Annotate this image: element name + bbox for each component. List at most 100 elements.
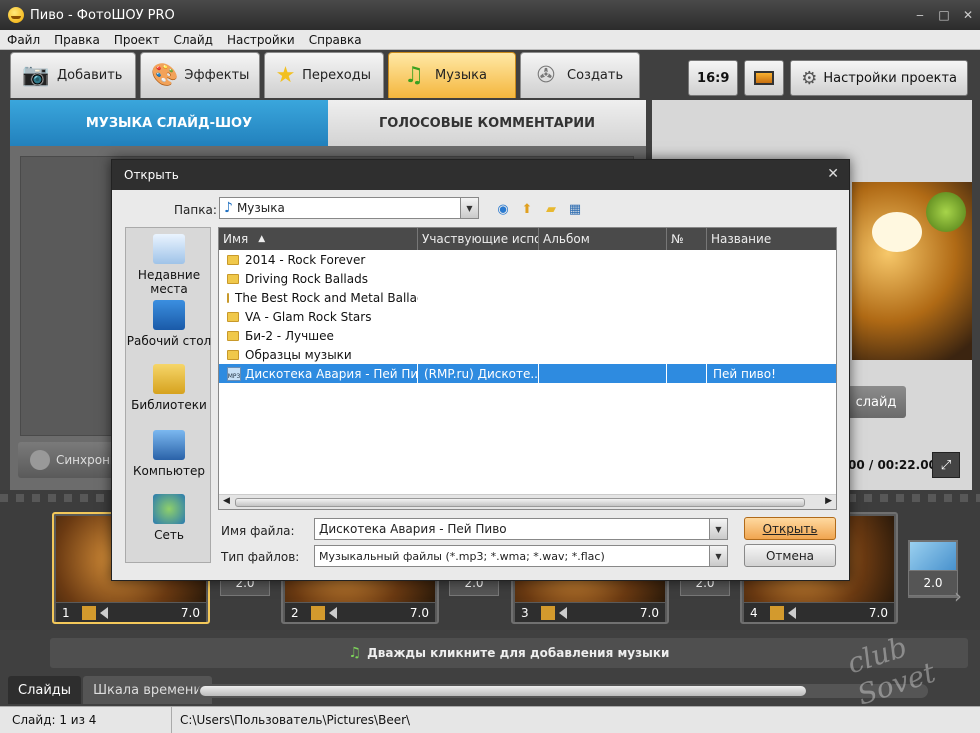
tab-transitions[interactable]: ★ Переходы: [264, 52, 384, 98]
folder-icon: [227, 273, 239, 284]
tab-create[interactable]: ✇ Создать: [520, 52, 640, 98]
tab-timeline[interactable]: Шкала времени: [83, 676, 212, 704]
palette-icon: 🎨: [151, 63, 179, 88]
chevron-down-icon[interactable]: ▼: [709, 519, 727, 539]
tab-effects[interactable]: 🎨 Эффекты: [140, 52, 260, 98]
dialog-title: Открыть: [124, 168, 179, 182]
project-settings-label: Настройки проекта: [823, 70, 957, 86]
pencil-icon[interactable]: [770, 605, 784, 620]
aspect-ratio-button[interactable]: 16:9: [688, 60, 739, 96]
pencil-icon[interactable]: [82, 605, 96, 620]
place-network[interactable]: Сеть: [126, 494, 212, 542]
file-number: [667, 364, 707, 383]
sync-label: Синхрони: [56, 453, 118, 467]
slide-duration: 7.0: [409, 605, 429, 620]
tab-create-label: Создать: [567, 68, 624, 83]
scroll-left-icon[interactable]: ◀: [223, 496, 230, 506]
chevron-down-icon[interactable]: ▼: [460, 198, 478, 218]
open-button[interactable]: Открыть: [744, 517, 836, 540]
list-item[interactable]: Би-2 - Лучшее: [219, 326, 836, 345]
scrollbar-thumb[interactable]: [200, 686, 806, 696]
list-item[interactable]: 2014 - Rock Forever: [219, 250, 836, 269]
speaker-icon[interactable]: [100, 606, 108, 619]
hops-shape: [926, 192, 966, 232]
tab-voice-comments[interactable]: ГОЛОСОВЫЕ КОММЕНТАРИИ: [328, 100, 646, 146]
music-drop-strip[interactable]: ♫ Дважды кликните для добавления музыки: [50, 638, 968, 668]
view-menu-icon[interactable]: ▦: [566, 200, 584, 218]
place-network-label: Сеть: [154, 528, 184, 542]
up-folder-icon[interactable]: ⬆: [518, 200, 536, 218]
list-item[interactable]: Образцы музыки: [219, 345, 836, 364]
selected-file-row[interactable]: MP3 Дискотека Авария - Пей Пиво (RMP.ru) …: [219, 364, 836, 383]
folder-name: The Best Rock and Metal Ballads: [235, 290, 418, 305]
menu-edit[interactable]: Правка: [47, 33, 107, 47]
scrollbar-thumb[interactable]: [235, 498, 805, 507]
chevron-down-icon[interactable]: ▼: [709, 546, 727, 566]
tab-music[interactable]: ♫ Музыка: [388, 52, 516, 98]
project-buttons: 16:9 ⚙ Настройки проекта: [688, 60, 968, 96]
folder-value: Музыка: [236, 201, 285, 215]
list-item[interactable]: VA - Glam Rock Stars: [219, 307, 836, 326]
slide-button[interactable]: слайд: [846, 386, 906, 418]
menu-file[interactable]: Файл: [0, 33, 47, 47]
network-icon: [153, 494, 185, 524]
pencil-icon[interactable]: [311, 605, 325, 620]
list-item[interactable]: Driving Rock Ballads: [219, 269, 836, 288]
file-list-scrollbar[interactable]: ◀ ▶: [219, 494, 836, 509]
menu-settings[interactable]: Настройки: [220, 33, 302, 47]
menu-project[interactable]: Проект: [107, 33, 167, 47]
place-recent[interactable]: Недавние места: [126, 234, 212, 296]
slide-duration: 7.0: [639, 605, 659, 620]
column-number[interactable]: №: [667, 228, 707, 250]
place-desktop[interactable]: Рабочий стол: [126, 300, 212, 348]
slide-number: 2: [291, 605, 299, 620]
cancel-button[interactable]: Отмена: [744, 544, 836, 567]
column-name[interactable]: Имя ▲: [219, 228, 418, 250]
column-album[interactable]: Альбом: [539, 228, 667, 250]
slide-footer: 3 7.0: [515, 603, 665, 622]
place-libraries[interactable]: Библиотеки: [126, 364, 212, 412]
menu-slide[interactable]: Слайд: [166, 33, 220, 47]
place-computer[interactable]: Компьютер: [126, 430, 212, 478]
filename-input[interactable]: Дискотека Авария - Пей Пиво ▼: [314, 518, 728, 540]
filetype-select[interactable]: Музыкальный файлы (*.mp3; *.wma; *.wav; …: [314, 545, 728, 567]
file-title: Пей пиво!: [713, 366, 776, 381]
fullscreen-button[interactable]: ⤢: [932, 452, 960, 478]
speaker-icon[interactable]: [559, 606, 567, 619]
column-name-label: Имя: [223, 232, 249, 246]
dialog-close-icon[interactable]: ✕: [827, 166, 839, 182]
background-button[interactable]: [744, 60, 785, 96]
folder-name: VA - Glam Rock Stars: [245, 309, 372, 324]
places-bar: Недавние места Рабочий стол Библиотеки К…: [125, 227, 211, 563]
minimize-button[interactable]: ‒: [908, 3, 932, 27]
slide-number: 1: [62, 605, 70, 620]
file-artist: (RMP.ru) Дискоте...: [418, 364, 539, 383]
computer-icon: [153, 430, 185, 460]
file-name: Дискотека Авария - Пей Пиво: [245, 366, 418, 381]
folder-select[interactable]: ♪ Музыка ▼: [219, 197, 479, 219]
column-artists[interactable]: Участвующие испол...: [418, 228, 539, 250]
back-icon[interactable]: ◉: [494, 200, 512, 218]
folder-icon: [227, 254, 239, 265]
new-folder-icon[interactable]: ▰: [542, 200, 560, 218]
time-readout: 00 / 00:22.000: [848, 458, 946, 472]
music-note-icon: ♫: [348, 645, 362, 661]
menu-help[interactable]: Справка: [302, 33, 369, 47]
project-settings-button[interactable]: ⚙ Настройки проекта: [790, 60, 968, 96]
column-title[interactable]: Название: [707, 228, 836, 250]
transition-card[interactable]: 2.0: [908, 570, 958, 596]
close-button[interactable]: ✕: [956, 3, 980, 27]
tab-add[interactable]: 📷 Добавить: [10, 52, 136, 98]
speaker-icon[interactable]: [329, 606, 337, 619]
scroll-right-icon[interactable]: ▶: [825, 496, 832, 506]
maximize-button[interactable]: □: [932, 3, 956, 27]
slide-number: 3: [521, 605, 529, 620]
filmstrip-scrollbar[interactable]: [198, 684, 928, 698]
speaker-icon[interactable]: [788, 606, 796, 619]
tab-slideshow-music[interactable]: МУЗЫКА СЛАЙД-ШОУ: [10, 100, 328, 146]
pencil-icon[interactable]: [541, 605, 555, 620]
tab-slides[interactable]: Слайды: [8, 676, 82, 704]
chevron-right-icon[interactable]: ›: [954, 584, 962, 608]
dialog-title-bar: Открыть: [112, 160, 849, 190]
list-item[interactable]: The Best Rock and Metal Ballads: [219, 288, 836, 307]
